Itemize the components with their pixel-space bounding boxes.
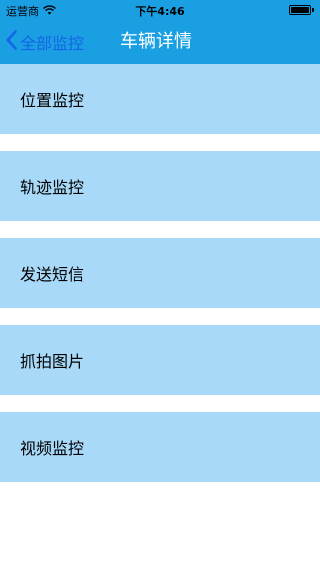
battery-icon [289, 5, 311, 15]
status-time: 下午4:46 [135, 5, 185, 18]
menu-item-label: 抓拍图片 [20, 352, 85, 371]
status-right [289, 5, 314, 15]
menu-item-label: 位置监控 [20, 91, 85, 110]
menu-list: 位置监控 轨迹监控 发送短信 抓拍图片 视频监控 [0, 64, 320, 499]
menu-item-snapshot[interactable]: 抓拍图片 [0, 325, 320, 395]
menu-item-track-monitor[interactable]: 轨迹监控 [0, 151, 320, 221]
chevron-left-icon [6, 30, 17, 54]
battery-fill [291, 7, 309, 13]
back-button[interactable]: 全部监控 [6, 20, 84, 64]
battery-tip [312, 8, 314, 12]
screen: 运营商 下午4:46 全部监控 车辆详情 位置监控 轨迹监控 发送短信 抓拍图片… [0, 0, 320, 568]
menu-item-label: 视频监控 [20, 439, 85, 458]
back-button-label: 全部监控 [20, 34, 85, 53]
menu-item-label: 轨迹监控 [20, 178, 85, 197]
nav-bar: 全部监控 车辆详情 [0, 20, 320, 64]
menu-item-send-sms[interactable]: 发送短信 [0, 238, 320, 308]
menu-item-location-monitor[interactable]: 位置监控 [0, 64, 320, 134]
menu-item-video-monitor[interactable]: 视频监控 [0, 412, 320, 482]
menu-item-label: 发送短信 [20, 265, 85, 284]
status-bar: 运营商 下午4:46 [0, 0, 320, 20]
page-title: 车辆详情 [120, 31, 192, 52]
